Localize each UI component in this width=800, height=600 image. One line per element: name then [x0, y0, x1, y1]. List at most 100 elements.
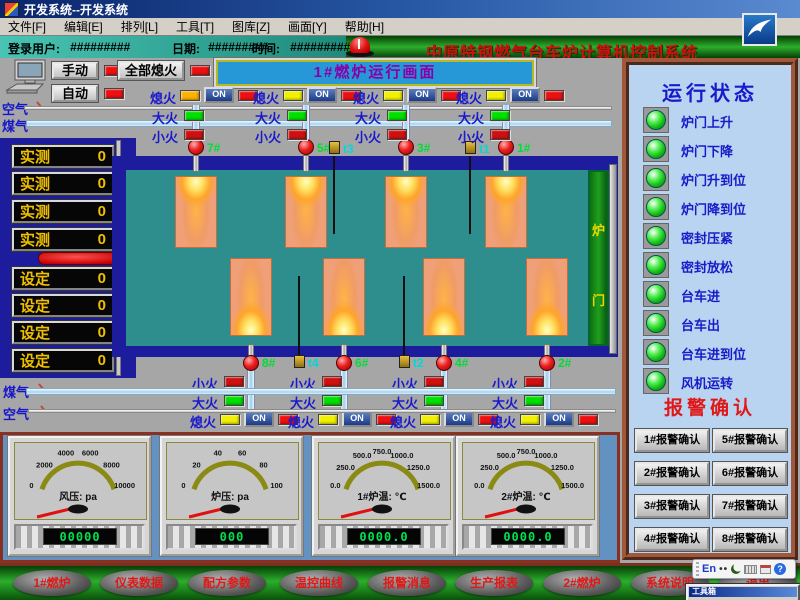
burner-valve-icon[interactable]	[243, 355, 259, 371]
svg-text:750.0: 750.0	[373, 447, 392, 456]
burner-valve-icon[interactable]	[436, 355, 452, 371]
top-burner-2-on-button[interactable]: ON	[307, 87, 337, 103]
auto-button[interactable]: 自动	[52, 85, 98, 102]
language-indicator[interactable]: En	[702, 563, 716, 575]
flame-bottom-2	[323, 258, 365, 336]
status-light-6	[643, 252, 669, 278]
svg-text:100: 100	[270, 481, 283, 490]
alarm-confirm-button-5[interactable]: 3#报警确认	[635, 495, 709, 518]
svg-text:0.0: 0.0	[474, 481, 484, 490]
svg-text:750.0: 750.0	[517, 447, 536, 456]
alarm-confirm-button-1[interactable]: 1#报警确认	[635, 429, 709, 452]
manual-button[interactable]: 手动	[52, 62, 98, 79]
alarm-lamp-dome	[350, 37, 370, 53]
all-flame-off-button[interactable]: 全部熄火	[118, 61, 184, 80]
menu-item-7[interactable]: 帮助[H]	[345, 18, 384, 35]
green-light-icon	[646, 371, 666, 391]
alarm-confirm-button-4[interactable]: 6#报警确认	[713, 462, 787, 485]
top-burner-1-low-fire-label: 小火	[152, 127, 178, 146]
help-icon[interactable]: ?	[774, 563, 786, 575]
top-burner-2-low-fire-led	[287, 129, 307, 140]
app-icon	[4, 2, 19, 17]
top-burner-3-high-fire-label: 大火	[355, 108, 381, 127]
menu-item-3[interactable]: 排列[L]	[121, 18, 158, 35]
svg-text:4000: 4000	[57, 449, 74, 458]
time-label: 时间:	[252, 40, 280, 57]
burner-stem	[503, 155, 509, 172]
thermocouple-rod	[469, 156, 471, 234]
burner-valve-icon[interactable]	[298, 139, 314, 155]
status-light-8	[643, 310, 669, 336]
menu-item-1[interactable]: 文件[F]	[8, 18, 46, 35]
alarm-confirm-button-2[interactable]: 5#报警确认	[713, 429, 787, 452]
svg-text:1250.0: 1250.0	[407, 463, 430, 472]
menu-item-5[interactable]: 图库[Z]	[232, 18, 270, 35]
top-burner-1-on-button[interactable]: ON	[204, 87, 234, 103]
toolbox-title-bar[interactable]: 工具箱	[689, 587, 797, 597]
gauge-panel-4: 0.0250.0500.0750.01000.01250.01500.02#炉温…	[456, 436, 599, 556]
thermocouple-label: t4	[308, 356, 319, 370]
status-light-10	[643, 368, 669, 394]
status-light-5	[643, 223, 669, 249]
setpoint-value: 0	[98, 297, 106, 314]
alarm-confirm-button-6[interactable]: 7#报警确认	[713, 495, 787, 518]
top-burner-1-low-fire-led	[184, 129, 204, 140]
screen-title-banner: 1#燃炉运行画面	[216, 60, 534, 86]
status-label-3: 炉门升到位	[681, 170, 746, 189]
bottom-burner-3-on-button[interactable]: ON	[444, 411, 474, 427]
status-light-7	[643, 281, 669, 307]
nav-button-6[interactable]: 生产报表	[455, 570, 533, 596]
menu-item-2[interactable]: 编辑[E]	[64, 18, 103, 35]
nav-button-7[interactable]: 2#燃炉	[543, 570, 621, 596]
toolbox-window[interactable]: 工具箱	[686, 584, 800, 600]
gauge-value-display: 0000.0	[347, 528, 421, 545]
bottom-burner-4-low-fire-led	[524, 376, 544, 387]
bottom-burner-3-off-label: 熄火	[390, 412, 416, 431]
bottom-burner-2-low-fire-led	[322, 376, 342, 387]
burner-valve-icon[interactable]	[498, 139, 514, 155]
top-burner-3-low-fire-label: 小火	[355, 127, 381, 146]
language-bar[interactable]: En •• ?	[692, 559, 796, 579]
nav-button-4[interactable]: 温控曲线	[280, 570, 358, 596]
langbar-handle[interactable]	[696, 562, 699, 576]
bottom-burner-2-on-button[interactable]: ON	[342, 411, 372, 427]
keyboard-icon[interactable]	[744, 565, 757, 574]
bottom-burner-4-on-button[interactable]: ON	[544, 411, 574, 427]
nav-button-5[interactable]: 报警消息	[368, 570, 446, 596]
bottom-burner-3-high-fire-led	[424, 395, 444, 406]
menu-bar: 文件[F] 编辑[E] 排列[L] 工具[T] 图库[Z] 画面[Y] 帮助[H]	[0, 18, 800, 36]
ime-toolbar-icon[interactable]	[760, 565, 771, 574]
bottom-burner-1-on-button[interactable]: ON	[244, 411, 274, 427]
bottom-burner-4-high-fire-led	[524, 395, 544, 406]
burner-stem	[403, 155, 409, 172]
top-burner-2-off-led	[283, 90, 303, 101]
menu-item-6[interactable]: 画面[Y]	[288, 18, 327, 35]
green-light-icon	[646, 139, 666, 159]
door-char-1: 炉	[590, 220, 607, 239]
burner-valve-icon[interactable]	[188, 139, 204, 155]
top-burner-1-high-fire-led	[184, 110, 204, 121]
nav-button-1[interactable]: 1#燃炉	[13, 570, 91, 596]
title-bar[interactable]: 开发系统--开发系统	[0, 0, 800, 18]
alarm-confirm-button-7[interactable]: 4#报警确认	[635, 528, 709, 551]
green-light-icon	[646, 110, 666, 130]
top-burner-3-on-button[interactable]: ON	[407, 87, 437, 103]
svg-text:炉压: pa: 炉压: pa	[211, 490, 249, 503]
gas-pipe-label-top: 煤气	[2, 116, 28, 135]
burner-valve-icon[interactable]	[539, 355, 555, 371]
nav-button-2[interactable]: 仪表数据	[100, 570, 178, 596]
gauge-readout-strip: 000	[166, 524, 297, 550]
burner-valve-icon[interactable]	[336, 355, 352, 371]
ime-options-icon[interactable]: ••	[719, 564, 728, 575]
menu-item-4[interactable]: 工具[T]	[176, 18, 214, 35]
burner-valve-icon[interactable]	[398, 139, 414, 155]
flame-top-2	[285, 176, 327, 248]
alarm-confirm-button-8[interactable]: 8#报警确认	[713, 528, 787, 551]
top-burner-4-off-led	[486, 90, 506, 101]
alarm-confirm-button-3[interactable]: 2#报警确认	[635, 462, 709, 485]
green-light-icon	[646, 255, 666, 275]
nav-button-3[interactable]: 配方参数	[188, 570, 266, 596]
crescent-icon[interactable]	[731, 564, 741, 574]
top-burner-4-on-button[interactable]: ON	[510, 87, 540, 103]
bottom-burner-1-off-led	[220, 414, 240, 425]
